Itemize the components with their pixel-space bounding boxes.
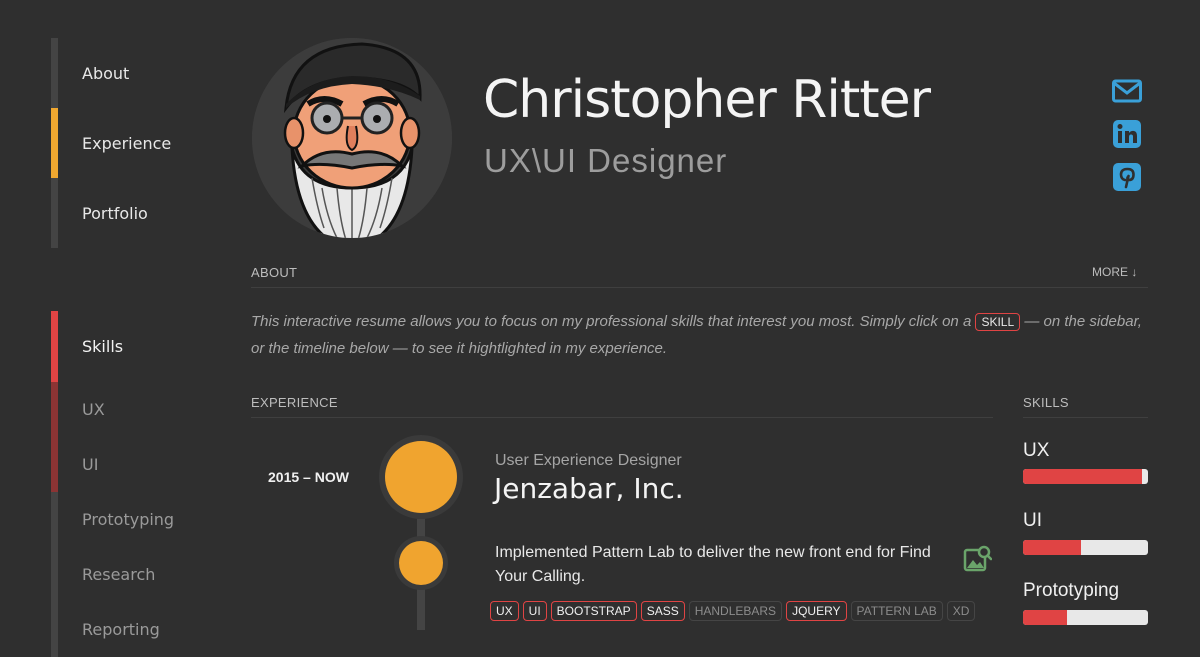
- avatar-illustration: [252, 38, 452, 238]
- tag-jquery[interactable]: JQUERY: [786, 601, 847, 621]
- page-title: Christopher Ritter: [483, 70, 931, 130]
- skill-chip[interactable]: SKILL: [975, 313, 1021, 331]
- job-date: 2015 – NOW: [268, 469, 349, 485]
- nav-item-label: About: [82, 63, 130, 83]
- skills-heading-label: Skills: [82, 337, 124, 356]
- skill-bar-fill: [1023, 610, 1067, 625]
- skill-item-label: UX: [82, 400, 105, 419]
- tag-xd[interactable]: XD: [946, 601, 976, 621]
- skill-bar-prototyping: [1023, 610, 1148, 625]
- sidebar-skills: Skills UX UI Prototyping Research Report…: [51, 311, 174, 657]
- skill-indicator: [51, 602, 58, 657]
- arrow-down-icon: ↓: [1131, 265, 1138, 279]
- skill-item-label: Reporting: [82, 620, 160, 639]
- skill-bar-fill: [1023, 469, 1142, 484]
- skills-heading[interactable]: Skills: [51, 311, 174, 382]
- skills-section-label: SKILLS: [1023, 395, 1069, 410]
- nav-item-label: Portfolio: [82, 203, 148, 223]
- subtitle-role: UX\UI Designer: [484, 142, 728, 179]
- experience-description: Implemented Pattern Lab to deliver the n…: [495, 544, 931, 585]
- divider: [251, 417, 993, 418]
- nav-indicator: [51, 178, 58, 248]
- nav-indicator: [51, 38, 58, 108]
- about-text-part: This interactive resume allows you to fo…: [251, 313, 976, 330]
- skill-item-ux[interactable]: UX: [51, 382, 174, 437]
- skill-indicator: [51, 311, 58, 382]
- skill-bar-label: Prototyping: [1023, 580, 1120, 601]
- skill-indicator: [51, 382, 58, 437]
- divider: [1023, 417, 1148, 418]
- pinterest-icon[interactable]: [1112, 162, 1142, 192]
- skill-item-label: Prototyping: [82, 510, 175, 529]
- tag-bootstrap[interactable]: BOOTSTRAP: [550, 601, 637, 621]
- nav-indicator-active: [51, 108, 58, 178]
- portfolio-image-icon[interactable]: [962, 544, 993, 574]
- experience-tags: UX UI BOOTSTRAP SASS HANDLEBARS JQUERY P…: [490, 601, 976, 621]
- linkedin-icon[interactable]: [1112, 119, 1142, 149]
- tag-handlebars[interactable]: HANDLEBARS: [688, 601, 783, 621]
- skill-item-label: UI: [82, 455, 99, 474]
- timeline-marker-item[interactable]: [399, 541, 443, 585]
- more-label: MORE: [1092, 265, 1128, 279]
- avatar: [252, 38, 452, 238]
- skill-indicator: [51, 492, 58, 547]
- skill-item-ui[interactable]: UI: [51, 437, 174, 492]
- skill-bar-ui: [1023, 540, 1148, 555]
- tag-sass[interactable]: SASS: [640, 601, 685, 621]
- divider: [251, 287, 1148, 288]
- skill-bar-label: UX: [1023, 440, 1050, 461]
- skill-item-research[interactable]: Research: [51, 547, 174, 602]
- mail-icon[interactable]: [1112, 76, 1142, 106]
- job-title: User Experience Designer: [495, 452, 682, 469]
- nav-item-experience[interactable]: Experience: [51, 108, 171, 178]
- tag-ux[interactable]: UX: [490, 601, 519, 621]
- sidebar-nav: About Experience Portfolio: [51, 38, 171, 248]
- experience-section-label: EXPERIENCE: [251, 395, 338, 410]
- more-link[interactable]: MORE ↓: [1092, 265, 1137, 279]
- skill-item-prototyping[interactable]: Prototyping: [51, 492, 174, 547]
- tag-pattern-lab[interactable]: PATTERN LAB: [850, 601, 943, 621]
- tag-ui[interactable]: UI: [522, 601, 547, 621]
- nav-item-portfolio[interactable]: Portfolio: [51, 178, 171, 248]
- skill-indicator: [51, 437, 58, 492]
- nav-item-label: Experience: [82, 133, 172, 153]
- company-name: Jenzabar, Inc.: [494, 472, 684, 505]
- about-text: This interactive resume allows you to fo…: [251, 308, 1151, 362]
- about-section-label: ABOUT: [251, 265, 298, 280]
- timeline-marker-job[interactable]: [385, 441, 457, 513]
- skill-bar-label: UI: [1023, 510, 1042, 531]
- skill-indicator: [51, 547, 58, 602]
- skill-item-reporting[interactable]: Reporting: [51, 602, 174, 657]
- skill-bar-fill: [1023, 540, 1081, 555]
- skill-item-label: Research: [82, 565, 156, 584]
- nav-item-about[interactable]: About: [51, 38, 171, 108]
- skill-bar-ux: [1023, 469, 1148, 484]
